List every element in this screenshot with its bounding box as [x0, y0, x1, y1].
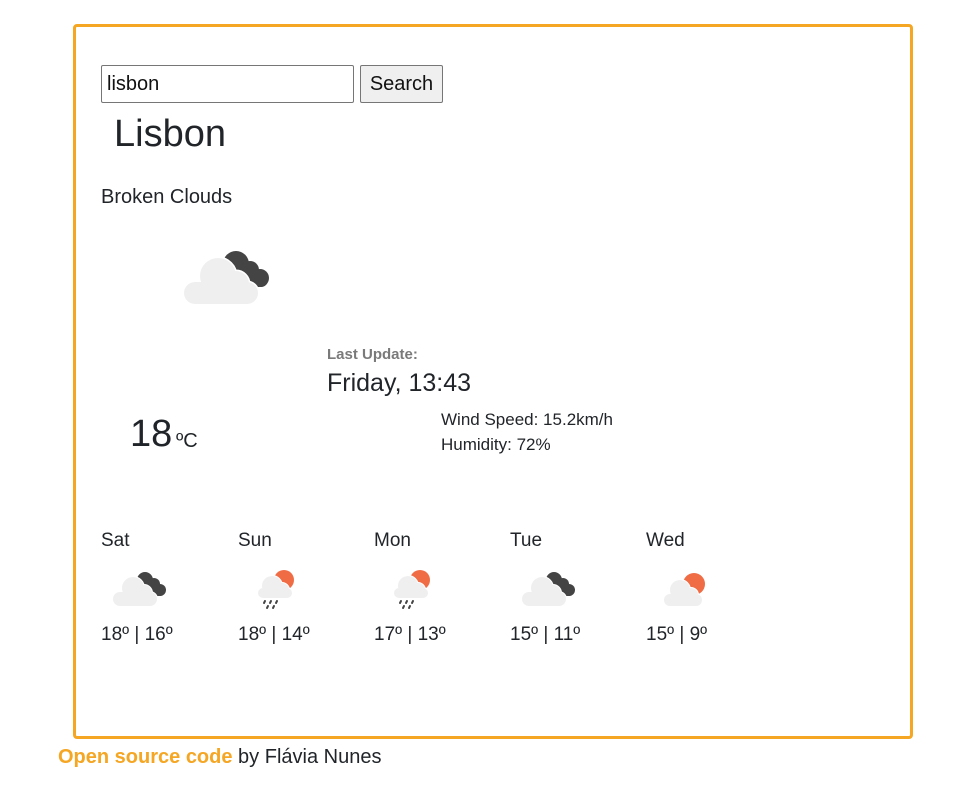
current-temperature: 18: [130, 413, 173, 455]
humidity: Humidity: 72%: [441, 435, 551, 454]
last-update-value: Friday, 13:43: [327, 369, 472, 397]
temperature-unit[interactable]: ºC: [176, 430, 198, 453]
forecast-day-name: Wed: [646, 530, 685, 551]
broken-clouds-icon: [112, 572, 166, 607]
forecast-temps: 17º | 13º: [374, 624, 446, 645]
forecast-temps: 15º | 11º: [510, 624, 581, 645]
footer: Open source code by Flávia Nunes: [58, 746, 381, 769]
city-search-input[interactable]: [101, 65, 354, 103]
forecast-day-name: Sat: [101, 530, 130, 551]
forecast-day-name: Tue: [510, 530, 543, 551]
forecast-day-name: Sun: [238, 530, 272, 551]
last-update-label: Last Update:: [327, 346, 418, 363]
broken-clouds-icon: [182, 251, 269, 306]
rain-sun-icon: [257, 570, 294, 609]
partly-cloudy-icon: [663, 573, 705, 607]
source-code-link[interactable]: Open source code: [58, 746, 233, 768]
rain-sun-icon: [393, 570, 430, 609]
wind-speed: Wind Speed: 15.2km/h: [441, 410, 613, 429]
search-button[interactable]: Search: [360, 65, 443, 103]
forecast-day: Sun 18º | 14º: [238, 530, 358, 646]
broken-clouds-icon: [521, 572, 575, 607]
author-credit: by Flávia Nunes: [232, 746, 382, 768]
forecast-day: Mon 17º | 13º: [374, 530, 494, 646]
forecast-temps: 15º | 9º: [646, 624, 708, 645]
weather-description: Broken Clouds: [101, 186, 233, 208]
forecast-temps: 18º | 14º: [238, 624, 310, 645]
forecast-temps: 18º | 16º: [101, 624, 173, 645]
forecast-day: Sat 18º | 16º: [101, 530, 221, 646]
forecast-day: Wed 15º | 9º: [646, 530, 766, 646]
city-name: Lisbon: [114, 113, 226, 155]
search-form: Search: [101, 65, 443, 103]
forecast-day-name: Mon: [374, 530, 411, 551]
forecast-day: Tue 15º | 11º: [510, 530, 630, 646]
